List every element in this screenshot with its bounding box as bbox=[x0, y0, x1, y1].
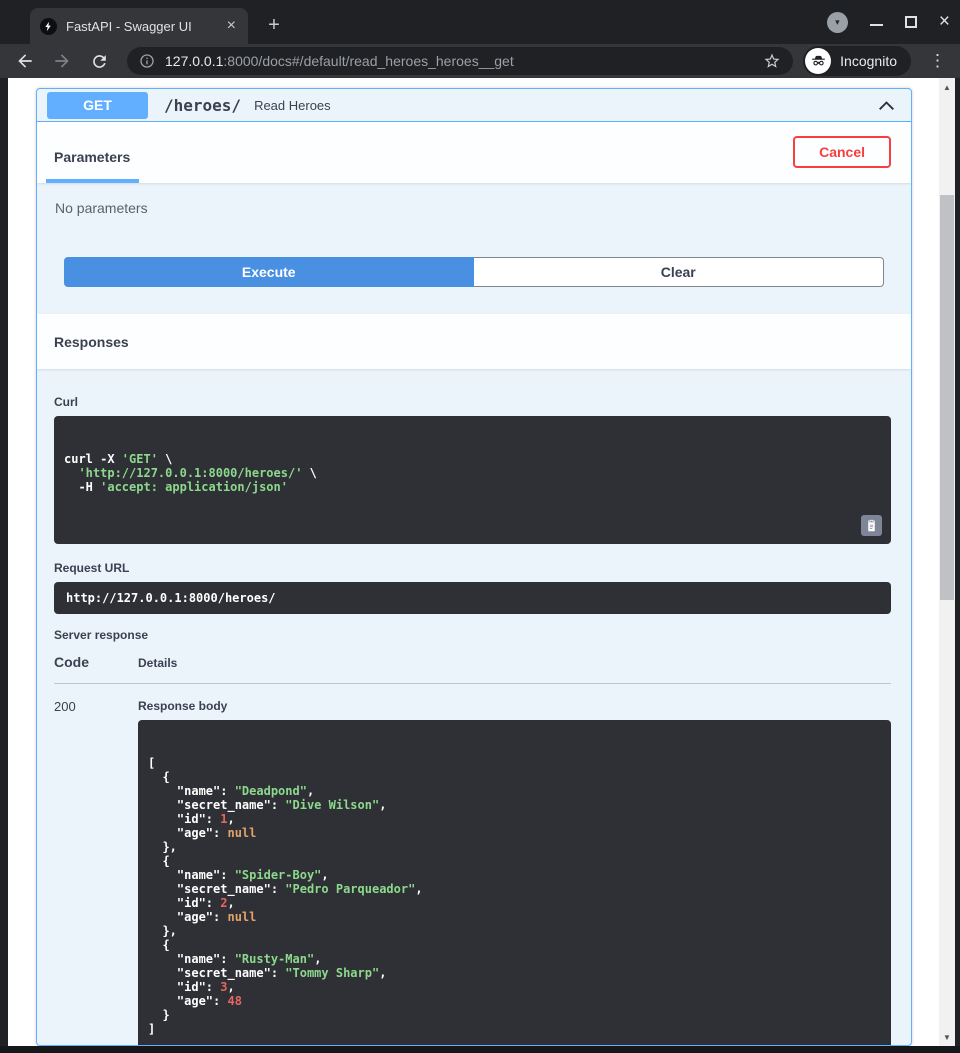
browser-tab[interactable]: FastAPI - Swagger UI × bbox=[30, 8, 248, 44]
method-badge: GET bbox=[47, 92, 148, 119]
status-code: 200 bbox=[54, 699, 138, 1046]
chevron-up-icon bbox=[878, 100, 895, 111]
curl-label: Curl bbox=[54, 395, 891, 409]
reload-icon bbox=[90, 52, 109, 71]
curl-command: curl -X 'GET' \ 'http://127.0.0.1:8000/h… bbox=[54, 416, 891, 544]
fastapi-logo-icon bbox=[40, 18, 57, 35]
opblock-get-heroes: GET /heroes/ Read Heroes Parameters Canc… bbox=[36, 88, 912, 1046]
request-url-value: http://127.0.0.1:8000/heroes/ bbox=[54, 582, 891, 614]
response-detail: Response body [ { "name": "Deadpond", "s… bbox=[138, 699, 891, 1046]
scrollbar-thumb[interactable] bbox=[940, 195, 954, 600]
window-bottom-frame bbox=[0, 1046, 960, 1053]
response-body: [ { "name": "Deadpond", "secret_name": "… bbox=[138, 720, 891, 1046]
execute-button[interactable]: Execute bbox=[64, 257, 474, 287]
tab-title: FastAPI - Swagger UI bbox=[66, 19, 216, 34]
chevron-down-icon: ▾ bbox=[835, 17, 840, 28]
browser-toolbar: 127.0.0.1:8000/docs#/default/read_heroes… bbox=[0, 44, 960, 78]
responses-header: Responses bbox=[37, 314, 911, 369]
browser-titlebar: FastAPI - Swagger UI × + ▾ × bbox=[0, 0, 960, 44]
window-maximize-button[interactable] bbox=[905, 16, 917, 28]
code-column-header: Code bbox=[54, 654, 138, 670]
copy-curl-button[interactable] bbox=[861, 515, 882, 536]
browser-menu-button[interactable]: ⋮ bbox=[923, 51, 952, 71]
new-tab-button[interactable]: + bbox=[262, 14, 286, 38]
responses-title: Responses bbox=[54, 334, 129, 350]
incognito-badge: Incognito bbox=[803, 46, 911, 76]
endpoint-summary: Read Heroes bbox=[254, 98, 331, 113]
bookmark-star-icon[interactable] bbox=[763, 52, 781, 70]
responses-body: Curl curl -X 'GET' \ 'http://127.0.0.1:8… bbox=[37, 369, 911, 1046]
scrollbar-down-icon[interactable]: ▼ bbox=[939, 1030, 955, 1044]
window-minimize-button[interactable] bbox=[870, 24, 883, 26]
tab-close-icon[interactable]: × bbox=[225, 18, 238, 34]
clipboard-icon bbox=[865, 519, 878, 532]
collapse-button[interactable] bbox=[872, 98, 901, 113]
scrollbar[interactable]: ▲ ▼ bbox=[939, 78, 955, 1046]
execute-row: Execute Clear bbox=[64, 257, 884, 287]
tab-parameters: Parameters bbox=[46, 149, 139, 183]
incognito-icon bbox=[805, 48, 831, 74]
page-content: GET /heroes/ Read Heroes Parameters Canc… bbox=[8, 78, 939, 1046]
forward-button[interactable] bbox=[51, 51, 73, 71]
incognito-label: Incognito bbox=[840, 53, 897, 69]
cancel-button[interactable]: Cancel bbox=[793, 136, 891, 168]
back-button[interactable] bbox=[14, 51, 36, 71]
tab-search-button[interactable]: ▾ bbox=[827, 12, 848, 33]
url-host: 127.0.0.1 bbox=[165, 53, 223, 69]
arrow-left-icon bbox=[15, 51, 35, 71]
endpoint-path[interactable]: /heroes/ bbox=[164, 96, 241, 115]
url-text: 127.0.0.1:8000/docs#/default/read_heroes… bbox=[165, 53, 755, 69]
reload-button[interactable] bbox=[88, 52, 110, 71]
url-bar[interactable]: 127.0.0.1:8000/docs#/default/read_heroes… bbox=[127, 47, 793, 75]
response-table-header: Code Details bbox=[54, 654, 891, 684]
window-close-button[interactable]: × bbox=[939, 13, 950, 31]
clear-button[interactable]: Clear bbox=[474, 257, 885, 287]
request-url-label: Request URL bbox=[54, 561, 891, 575]
scrollbar-up-icon[interactable]: ▲ bbox=[939, 80, 955, 94]
window-controls: ▾ × bbox=[827, 10, 950, 34]
no-parameters-text: No parameters bbox=[55, 200, 894, 216]
response-row: 200 Response body [ { "name": "Deadpond"… bbox=[54, 684, 891, 1046]
details-column-header: Details bbox=[138, 654, 177, 670]
response-body-label: Response body bbox=[138, 699, 891, 713]
url-path: :8000/docs#/default/read_heroes_heroes__… bbox=[223, 53, 513, 69]
parameters-body: No parameters Execute Clear bbox=[37, 183, 911, 314]
opblock-header[interactable]: GET /heroes/ Read Heroes bbox=[37, 89, 911, 122]
arrow-right-icon bbox=[52, 51, 72, 71]
parameters-header: Parameters Cancel bbox=[37, 122, 911, 183]
server-response-label: Server response bbox=[54, 628, 891, 642]
site-info-icon[interactable] bbox=[139, 53, 155, 69]
